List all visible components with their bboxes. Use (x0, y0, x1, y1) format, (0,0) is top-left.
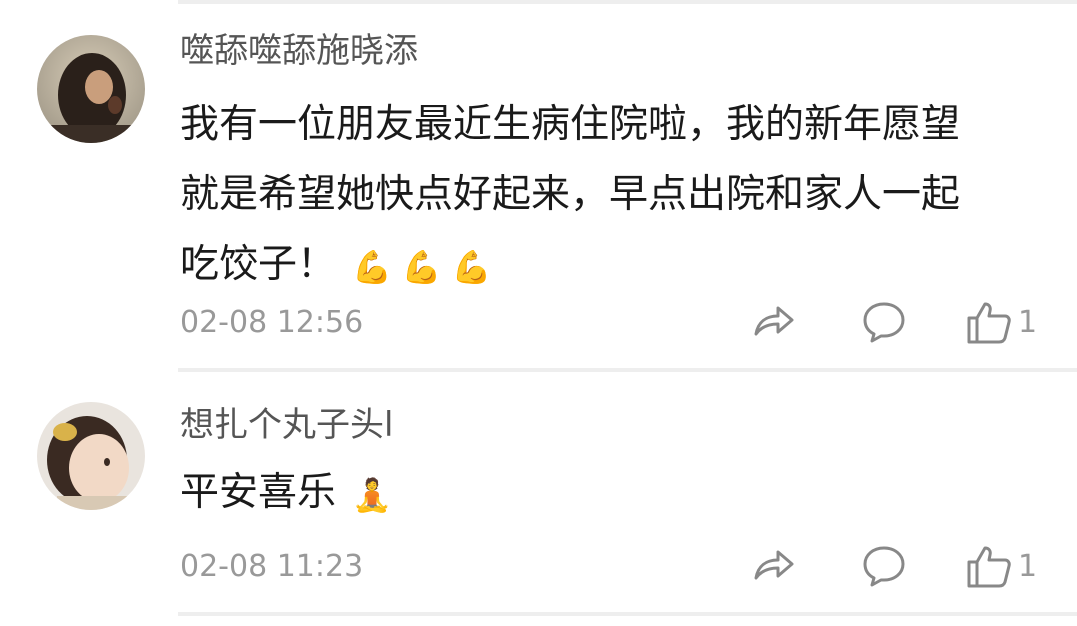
like-count: 1 (1018, 305, 1038, 340)
divider (178, 612, 1077, 616)
comment-item: 想扎个丸子头l 平安喜乐 🧘 02-08 11:23 1 (0, 372, 1077, 626)
comment-content: 我有一位朋友最近生病住院啦，我的新年愿望 就是希望她快点好起来，早点出院和家人一… (180, 90, 1040, 300)
username[interactable]: 想扎个丸子头l (180, 408, 393, 442)
comment-item: 噬舔噬舔施晓添 我有一位朋友最近生病住院啦，我的新年愿望 就是希望她快点好起来，… (0, 0, 1077, 372)
comment-bubble-icon (863, 302, 905, 343)
like-count: 1 (1018, 549, 1038, 584)
comment-bubble-icon (863, 546, 905, 587)
flexed-biceps-emoji: 💪 (401, 247, 442, 286)
thumbs-up-icon (967, 546, 1011, 588)
content-line: 吃饺子！ 💪 💪 💪 (180, 230, 1040, 300)
share-arrow-icon (754, 550, 794, 580)
thumbs-up-icon (967, 302, 1011, 344)
like-button[interactable] (965, 298, 1013, 346)
content-line: 我有一位朋友最近生病住院啦，我的新年愿望 (180, 102, 961, 147)
content-line: 平安喜乐 🧘 (180, 458, 1040, 528)
content-line: 就是希望她快点好起来，早点出院和家人一起 (180, 172, 961, 217)
share-arrow-icon (754, 306, 794, 336)
share-button[interactable] (750, 542, 798, 590)
avatar[interactable] (37, 35, 145, 143)
content-line-text: 吃饺子！ (180, 242, 337, 287)
comment-content: 平安喜乐 🧘 (180, 458, 1040, 528)
reply-button[interactable] (860, 298, 908, 346)
username[interactable]: 噬舔噬舔施晓添 (180, 34, 418, 68)
flexed-biceps-emoji: 💪 (451, 247, 492, 286)
reply-button[interactable] (860, 542, 908, 590)
content-line-text: 平安喜乐 (180, 470, 337, 515)
share-button[interactable] (750, 298, 798, 346)
timestamp: 02-08 12:56 (180, 305, 364, 340)
flexed-biceps-emoji: 💪 (352, 247, 392, 286)
like-button[interactable] (965, 542, 1013, 590)
meditation-emoji: 🧘 (352, 475, 392, 514)
avatar[interactable] (37, 402, 145, 510)
timestamp: 02-08 11:23 (180, 549, 364, 584)
